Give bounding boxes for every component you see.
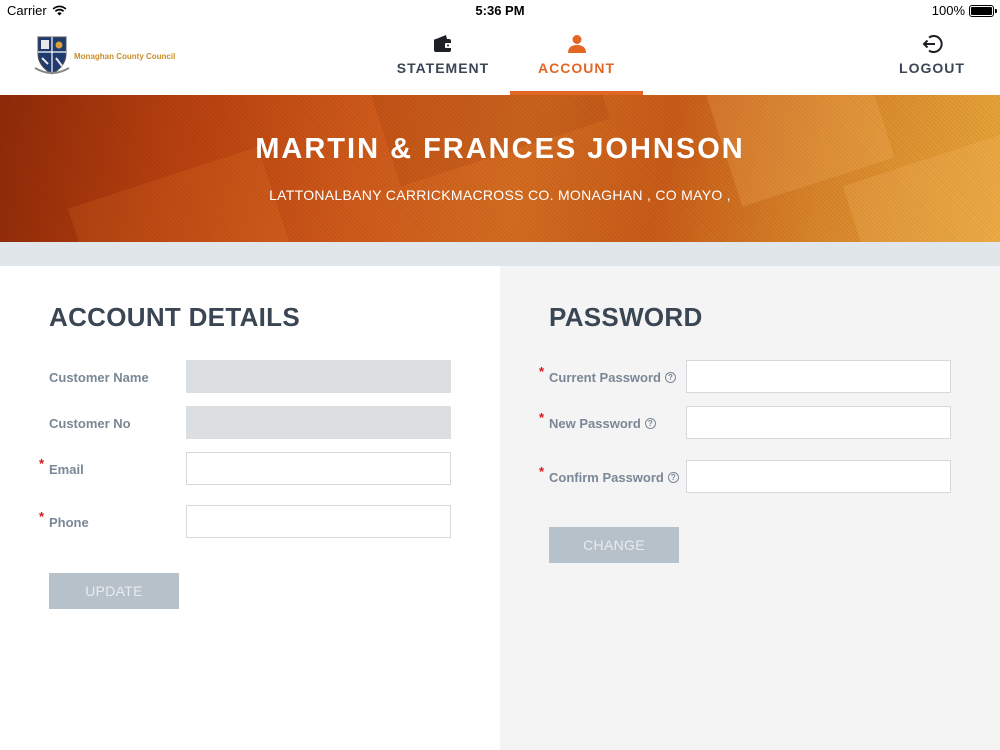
email-label: * Email <box>39 456 84 477</box>
top-nav: Monaghan County Council STATEMENT ACCOUN… <box>0 22 1000 95</box>
update-button[interactable]: UPDATE <box>49 573 179 609</box>
account-details-panel: ACCOUNT DETAILS Customer Name Customer N… <box>0 266 500 750</box>
battery-percent: 100% <box>931 3 965 18</box>
logout-icon <box>922 35 943 53</box>
new-password-label: * New Password ? <box>539 410 656 431</box>
current-password-field[interactable] <box>686 360 951 393</box>
password-panel: PASSWORD * Current Password ? * New Pass… <box>500 266 1000 750</box>
crest-icon <box>34 36 70 75</box>
phone-label: * Phone <box>39 509 89 530</box>
required-marker: * <box>539 410 545 425</box>
tab-logout[interactable]: LOGOUT <box>890 22 974 95</box>
password-title: PASSWORD <box>549 302 703 332</box>
person-icon <box>567 35 586 53</box>
battery-indicator: 100% <box>931 3 997 18</box>
logo-text: Monaghan County Council <box>74 51 176 61</box>
status-bar: Carrier 5:36 PM 100% <box>0 0 1000 22</box>
customer-no-field[interactable] <box>186 406 451 439</box>
change-button[interactable]: CHANGE <box>549 527 679 563</box>
required-marker: * <box>39 509 45 524</box>
required-marker: * <box>539 364 545 379</box>
tab-account-label: ACCOUNT <box>538 60 615 76</box>
email-label-text: Email <box>49 462 84 477</box>
wifi-icon <box>52 5 67 16</box>
section-divider <box>0 242 1000 266</box>
customer-name-heading: MARTIN & FRANCES JOHNSON <box>255 133 745 165</box>
customer-no-label: Customer No <box>49 416 131 431</box>
carrier-label: Carrier <box>7 3 47 18</box>
customer-name-label: Customer Name <box>49 370 149 385</box>
customer-no-label-text: Customer No <box>49 416 131 431</box>
new-password-label-text: New Password <box>549 416 641 431</box>
carrier-indicator: Carrier <box>7 3 67 18</box>
customer-address: LATTONALBANY CARRICKMACROSS CO. MONAGHAN… <box>269 187 731 203</box>
phone-label-text: Phone <box>49 515 89 530</box>
battery-icon <box>969 4 997 17</box>
tab-statement-label: STATEMENT <box>396 60 490 76</box>
confirm-password-label: * Confirm Password ? <box>539 464 679 485</box>
new-password-field[interactable] <box>686 406 951 439</box>
tab-logout-label: LOGOUT <box>899 60 965 76</box>
wallet-icon <box>434 35 452 52</box>
required-marker: * <box>39 456 45 471</box>
customer-name-label-text: Customer Name <box>49 370 149 385</box>
council-logo[interactable]: Monaghan County Council <box>34 34 175 76</box>
confirm-password-field[interactable] <box>686 460 951 493</box>
required-marker: * <box>539 464 545 479</box>
help-icon[interactable]: ? <box>664 372 676 383</box>
confirm-password-label-text: Confirm Password <box>549 470 664 485</box>
tab-statement[interactable]: STATEMENT <box>388 22 498 95</box>
current-password-label-text: Current Password <box>549 370 661 385</box>
current-password-label: * Current Password ? <box>539 364 676 385</box>
account-details-title: ACCOUNT DETAILS <box>49 302 301 332</box>
email-field[interactable] <box>186 452 451 485</box>
customer-name-field[interactable] <box>186 360 451 393</box>
account-banner: MARTIN & FRANCES JOHNSON LATTONALBANY CA… <box>0 95 1000 242</box>
phone-field[interactable] <box>186 505 451 538</box>
help-icon[interactable]: ? <box>644 418 656 429</box>
clock: 5:36 PM <box>475 3 525 18</box>
tab-account[interactable]: ACCOUNT <box>510 22 643 95</box>
help-icon[interactable]: ? <box>667 472 679 483</box>
